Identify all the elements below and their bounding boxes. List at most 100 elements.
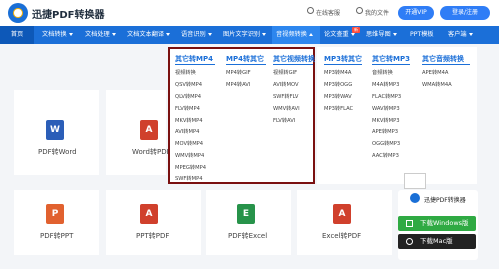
menu-item[interactable]: MP3转WAV (324, 93, 352, 100)
pdf-icon: A (333, 204, 351, 224)
nav-label: PPT模板 (410, 31, 434, 38)
column-underline (273, 64, 313, 65)
nav-label: 论文查重 (324, 31, 349, 38)
tile-label: PPT转PDF (136, 232, 170, 240)
qr-code-icon (404, 173, 426, 189)
menu-item[interactable]: APE转MP3 (372, 128, 398, 135)
login-button[interactable]: 登录/注册 (440, 6, 490, 20)
nav-mindmap[interactable]: 思维导图 (366, 26, 397, 44)
menu-item[interactable]: OGG转MP3 (372, 140, 400, 147)
nav-label: 语音识别 (181, 31, 206, 38)
column-title: 其它音频转换 (422, 55, 464, 63)
file-icon[interactable] (356, 7, 363, 14)
promo-title: 迅捷PDF转换器 (424, 197, 466, 204)
nav-client[interactable]: 客户端 (448, 26, 473, 44)
chevron-down-icon (262, 32, 267, 36)
menu-item[interactable]: AAC转MP3 (372, 152, 399, 159)
menu-item[interactable]: MP4转GIF (226, 69, 251, 76)
column-title: 其它转MP4 (175, 55, 213, 63)
menu-item[interactable]: WMA转M4A (422, 81, 452, 88)
menu-item[interactable]: MP3转M4A (324, 69, 351, 76)
nav-doc-convert[interactable]: 文档转换 (42, 26, 73, 44)
column-title: MP4转其它 (226, 55, 264, 63)
av-dropdown-panel (317, 47, 477, 184)
tile-label: PDF转PPT (40, 232, 74, 240)
menu-item[interactable]: QLV转MP4 (175, 93, 201, 100)
tile-label: PDF转Word (38, 148, 77, 156)
tile-label: Excel转PDF (322, 232, 362, 240)
nav-ocr[interactable]: 图片文字识别 (223, 26, 267, 44)
nav-label: 文档文本翻译 (127, 31, 165, 38)
app-logo[interactable] (8, 3, 28, 23)
menu-item[interactable]: FLAC转MP3 (372, 93, 401, 100)
nav-label: 思维导图 (366, 31, 391, 38)
nav-label: 首页 (10, 31, 24, 38)
ppt-icon: P (46, 204, 64, 224)
menu-item[interactable]: M4A转MP3 (372, 81, 399, 88)
button-label: 下载Windows版 (420, 219, 469, 227)
nav-label: 图片文字识别 (223, 31, 261, 38)
chevron-down-icon (392, 32, 397, 36)
tile-label: Word转PDF (132, 148, 171, 156)
menu-item[interactable]: FLV转MP4 (175, 105, 200, 112)
download-windows-button[interactable]: 下载Windows版 (398, 216, 476, 231)
menu-item[interactable]: MP4转AVI (226, 81, 250, 88)
nav-doc-translate[interactable]: 文档文本翻译 (127, 26, 171, 44)
nav-label: 音视频转换 (276, 31, 307, 38)
menu-item[interactable]: WMV转AVI (273, 105, 300, 112)
nav-av-convert[interactable]: 音视频转换 (272, 26, 320, 44)
menu-item[interactable]: QSV转MP4 (175, 81, 202, 88)
menu-item[interactable]: MKV转MP4 (175, 117, 203, 124)
chevron-up-icon (308, 32, 313, 36)
menu-item[interactable]: APE转M4A (422, 69, 448, 76)
menu-item[interactable]: 视频转GIF (273, 69, 297, 76)
pdf-icon: A (140, 120, 158, 140)
nav-doc-process[interactable]: 文档处理 (85, 26, 116, 44)
pdf-icon: A (140, 204, 158, 224)
chevron-down-icon (68, 32, 73, 36)
word-icon: W (46, 120, 64, 140)
support-icon[interactable] (307, 7, 314, 14)
nav-ppt[interactable]: PPT模板 (410, 26, 434, 44)
menu-item[interactable]: MOV转MP4 (175, 140, 203, 147)
menu-item[interactable]: WMV转MP4 (175, 152, 204, 159)
menu-item[interactable]: 音频转换 (372, 69, 393, 76)
menu-item[interactable]: SWF转FLV (273, 93, 298, 100)
column-underline (372, 64, 410, 65)
customer-service-link[interactable]: 在线客服 (316, 8, 340, 17)
chevron-down-icon (207, 32, 212, 36)
column-underline (324, 64, 362, 65)
menu-item[interactable]: WAV转MP3 (372, 105, 400, 112)
chevron-down-icon (166, 32, 171, 36)
menu-item[interactable]: AVI转MOV (273, 81, 299, 88)
column-underline (175, 64, 215, 65)
column-title: 其它转MP3 (372, 55, 410, 63)
main-nav: 首页 文档转换 文档处理 文档文本翻译 语音识别 图片文字识别 音视频转换 论文… (0, 26, 499, 44)
vip-button[interactable]: 开通VIP (398, 6, 434, 20)
download-mac-button[interactable]: 下载Mac版 (398, 234, 476, 249)
menu-item[interactable]: MP3转FLAC (324, 105, 353, 112)
nav-plagiarism[interactable]: 论文查重 (324, 26, 355, 44)
menu-item[interactable]: AVI转MP4 (175, 128, 199, 135)
excel-icon: E (237, 204, 255, 224)
nav-home[interactable]: 首页 (0, 26, 34, 44)
nav-speech[interactable]: 语音识别 (181, 26, 212, 44)
menu-item[interactable]: 视频转换 (175, 69, 196, 76)
tile-label: PDF转Excel (228, 232, 268, 240)
brand-name: 迅捷PDF转换器 (32, 10, 105, 21)
chevron-down-icon (468, 32, 473, 36)
menu-item[interactable]: FLV转AVI (273, 117, 295, 124)
my-files-link[interactable]: 我的文件 (365, 8, 389, 17)
menu-item[interactable]: SWF转MP4 (175, 175, 203, 182)
menu-item[interactable]: MP3转OGG (324, 81, 352, 88)
windows-icon (406, 220, 413, 227)
menu-item[interactable]: MKV转MP3 (372, 117, 400, 124)
column-title: 其它视频转换 (273, 55, 315, 63)
logo-mark (13, 8, 23, 18)
new-badge: 新 (352, 27, 360, 33)
apple-icon (406, 238, 413, 245)
button-label: 下载Mac版 (420, 237, 453, 245)
column-underline (226, 64, 266, 65)
nav-label: 文档转换 (42, 31, 67, 38)
menu-item[interactable]: MPEG转MP4 (175, 164, 206, 171)
